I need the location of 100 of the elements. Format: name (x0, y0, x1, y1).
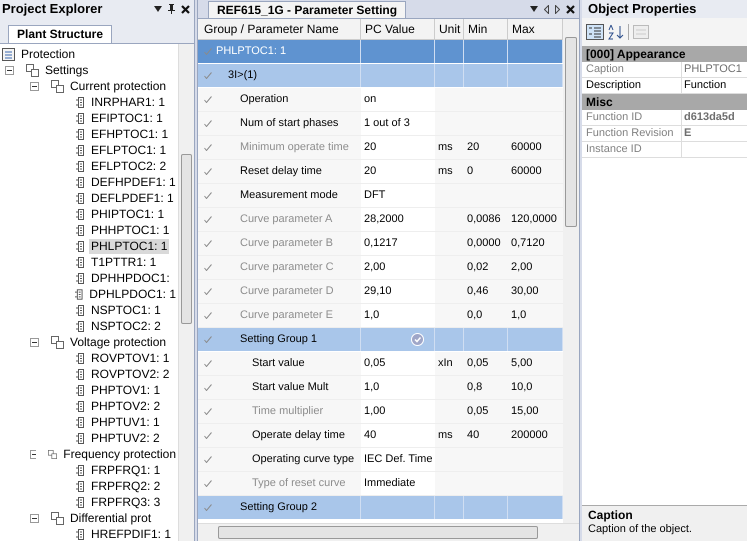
checkmark-icon (204, 432, 212, 439)
property-value[interactable]: PHLPTOC1 (684, 62, 742, 77)
close-icon[interactable] (181, 4, 190, 14)
tree-item[interactable]: Voltage protection (68, 334, 168, 350)
parameter-row[interactable]: Num of start phases 1 out of 3 (198, 112, 563, 136)
parameter-row[interactable]: Reset delay time 20 ms 0 60000 (198, 160, 563, 184)
tree-item[interactable]: PHIPTOC1: 1 (89, 206, 166, 222)
column-header[interactable]: Min (464, 19, 508, 39)
group-name: Setting Group 2 (240, 500, 318, 516)
group-row[interactable]: Setting Group 2 (198, 496, 563, 520)
parameter-row[interactable]: Operate delay time 40 ms 40 200000 (198, 424, 563, 448)
tree-item[interactable]: NSPTOC2: 2 (89, 318, 163, 334)
dropdown-icon[interactable] (530, 6, 538, 12)
column-header[interactable]: Unit (435, 19, 464, 39)
tab[interactable]: Plant Structure (8, 25, 112, 43)
tree-item[interactable]: PHPTUV1: 1 (89, 414, 162, 430)
tree-item[interactable]: PHLPTOC1: 1 (89, 238, 170, 254)
tree-item[interactable]: Protection (19, 46, 78, 62)
column-header[interactable]: PC Value (361, 19, 435, 39)
value-field[interactable]: IEC Def. Time (361, 448, 435, 471)
max-value: 60000 (511, 140, 542, 156)
vertical-scrollbar[interactable] (563, 19, 579, 523)
property-value[interactable]: Function (684, 78, 726, 93)
tree-item[interactable]: PHPTOV1: 1 (89, 382, 162, 398)
tree-item[interactable]: T1PTTR1: 1 (89, 254, 158, 270)
pin-icon[interactable] (168, 4, 175, 14)
sort-alphabetical-icon[interactable] (608, 24, 624, 40)
tree-item[interactable]: EFIPTOC1: 1 (89, 110, 165, 126)
tree-item[interactable]: Differential prot (68, 510, 154, 526)
value-field[interactable]: DFT (361, 184, 435, 207)
category-header[interactable]: Misc (586, 93, 613, 111)
tree-item[interactable]: EFHPTOC1: 1 (89, 126, 170, 142)
tree-item[interactable]: Frequency protection (61, 446, 178, 462)
tree-item[interactable]: INRPHAR1: 1 (89, 94, 168, 110)
function-block-icon (76, 464, 85, 476)
tree-item[interactable]: PHHPTOC1: 1 (89, 222, 172, 238)
function-block-icon (76, 384, 85, 396)
tree-item[interactable]: DEFLPDEF1: 1 (89, 190, 176, 206)
tree-item[interactable]: ROVPTOV1: 1 (89, 350, 172, 366)
collapse-icon[interactable] (30, 338, 39, 346)
scrollbar-thumb[interactable] (565, 37, 577, 227)
parameter-name: Num of start phases (240, 116, 338, 132)
tree-item[interactable]: FRPFRQ2: 2 (89, 478, 162, 494)
tree-item[interactable]: PHPTUV2: 2 (89, 430, 162, 446)
function-block-icon (76, 240, 85, 252)
collapse-icon[interactable] (30, 82, 39, 90)
collapse-icon[interactable] (5, 66, 14, 74)
tree-item[interactable]: EFLPTOC2: 2 (89, 158, 168, 174)
unit-text: xIn (438, 356, 453, 372)
min-value: 0,0 (467, 308, 482, 324)
panel-title: Object Properties (588, 0, 696, 18)
value-field[interactable]: 0,05 (361, 352, 435, 375)
function-block-icon (76, 256, 85, 268)
min-value: 40 (467, 428, 480, 444)
parameter-name: Curve parameter C (240, 260, 334, 276)
dropdown-icon[interactable] (154, 6, 162, 12)
value-field[interactable]: 1 out of 3 (361, 112, 435, 135)
parameter-row[interactable]: Operation on (198, 88, 563, 112)
tree-item[interactable]: Settings (43, 62, 90, 78)
tree-item[interactable]: PHPTOV2: 2 (89, 398, 162, 414)
collapse-icon[interactable] (30, 450, 36, 458)
tree-item[interactable]: FRPFRQ1: 1 (89, 462, 162, 478)
parameter-row[interactable]: Operating curve type IEC Def. Time (198, 448, 563, 472)
vertical-scrollbar[interactable] (178, 44, 194, 541)
value-field[interactable]: 40 (361, 424, 435, 447)
property-name: Function ID (586, 110, 642, 126)
folder-stack-icon (26, 64, 39, 76)
group-row[interactable]: Setting Group 1 (198, 328, 563, 352)
tree-item[interactable]: HREFPDIF1: 1 (89, 526, 174, 541)
tree-item[interactable]: ROVPTOV2: 2 (89, 366, 172, 382)
horizontal-scrollbar[interactable] (198, 523, 579, 541)
tree-item[interactable]: EFLPTOC1: 1 (89, 142, 168, 158)
max-value: 5,00 (511, 356, 532, 372)
tree-item[interactable]: FRPFRQ3: 3 (89, 494, 162, 510)
tree-item[interactable]: DPHLPDOC1: 1 (87, 286, 178, 302)
function-block-icon (76, 192, 85, 204)
value-field[interactable]: on (361, 88, 435, 111)
parameter-row[interactable]: Start value 0,05 xIn 0,05 5,00 (198, 352, 563, 376)
folder-stack-icon (51, 336, 64, 348)
scrollbar-thumb[interactable] (181, 154, 192, 324)
right-arrow-icon[interactable] (555, 5, 560, 14)
parameter-row[interactable]: Measurement mode DFT (198, 184, 563, 208)
value-field[interactable]: 20 (361, 160, 435, 183)
property-value[interactable]: d613da5d (684, 110, 735, 125)
tree-item[interactable]: DEFHPDEF1: 1 (89, 174, 178, 190)
scrollbar-thumb[interactable] (218, 526, 538, 539)
property-value[interactable]: E (684, 126, 692, 141)
collapse-icon[interactable] (30, 514, 39, 522)
column-header[interactable]: Group / Parameter Name (198, 19, 361, 39)
value-field[interactable]: 1,0 (361, 376, 435, 399)
close-icon[interactable] (566, 5, 575, 14)
left-arrow-icon[interactable] (544, 5, 549, 14)
document-tab[interactable]: REF615_1G - Parameter Setting (208, 1, 406, 18)
tree-item[interactable]: Current protection (68, 78, 168, 94)
parameter-name: Curve parameter B (240, 236, 333, 252)
group-row[interactable]: 3I>(1) (198, 64, 563, 88)
tree-item[interactable]: DPHHPDOC1: (89, 270, 172, 286)
tree-item[interactable]: NSPTOC1: 1 (89, 302, 163, 318)
categorized-view-icon[interactable] (586, 24, 604, 40)
parameter-row[interactable]: Start value Mult 1,0 0,8 10,0 (198, 376, 563, 400)
